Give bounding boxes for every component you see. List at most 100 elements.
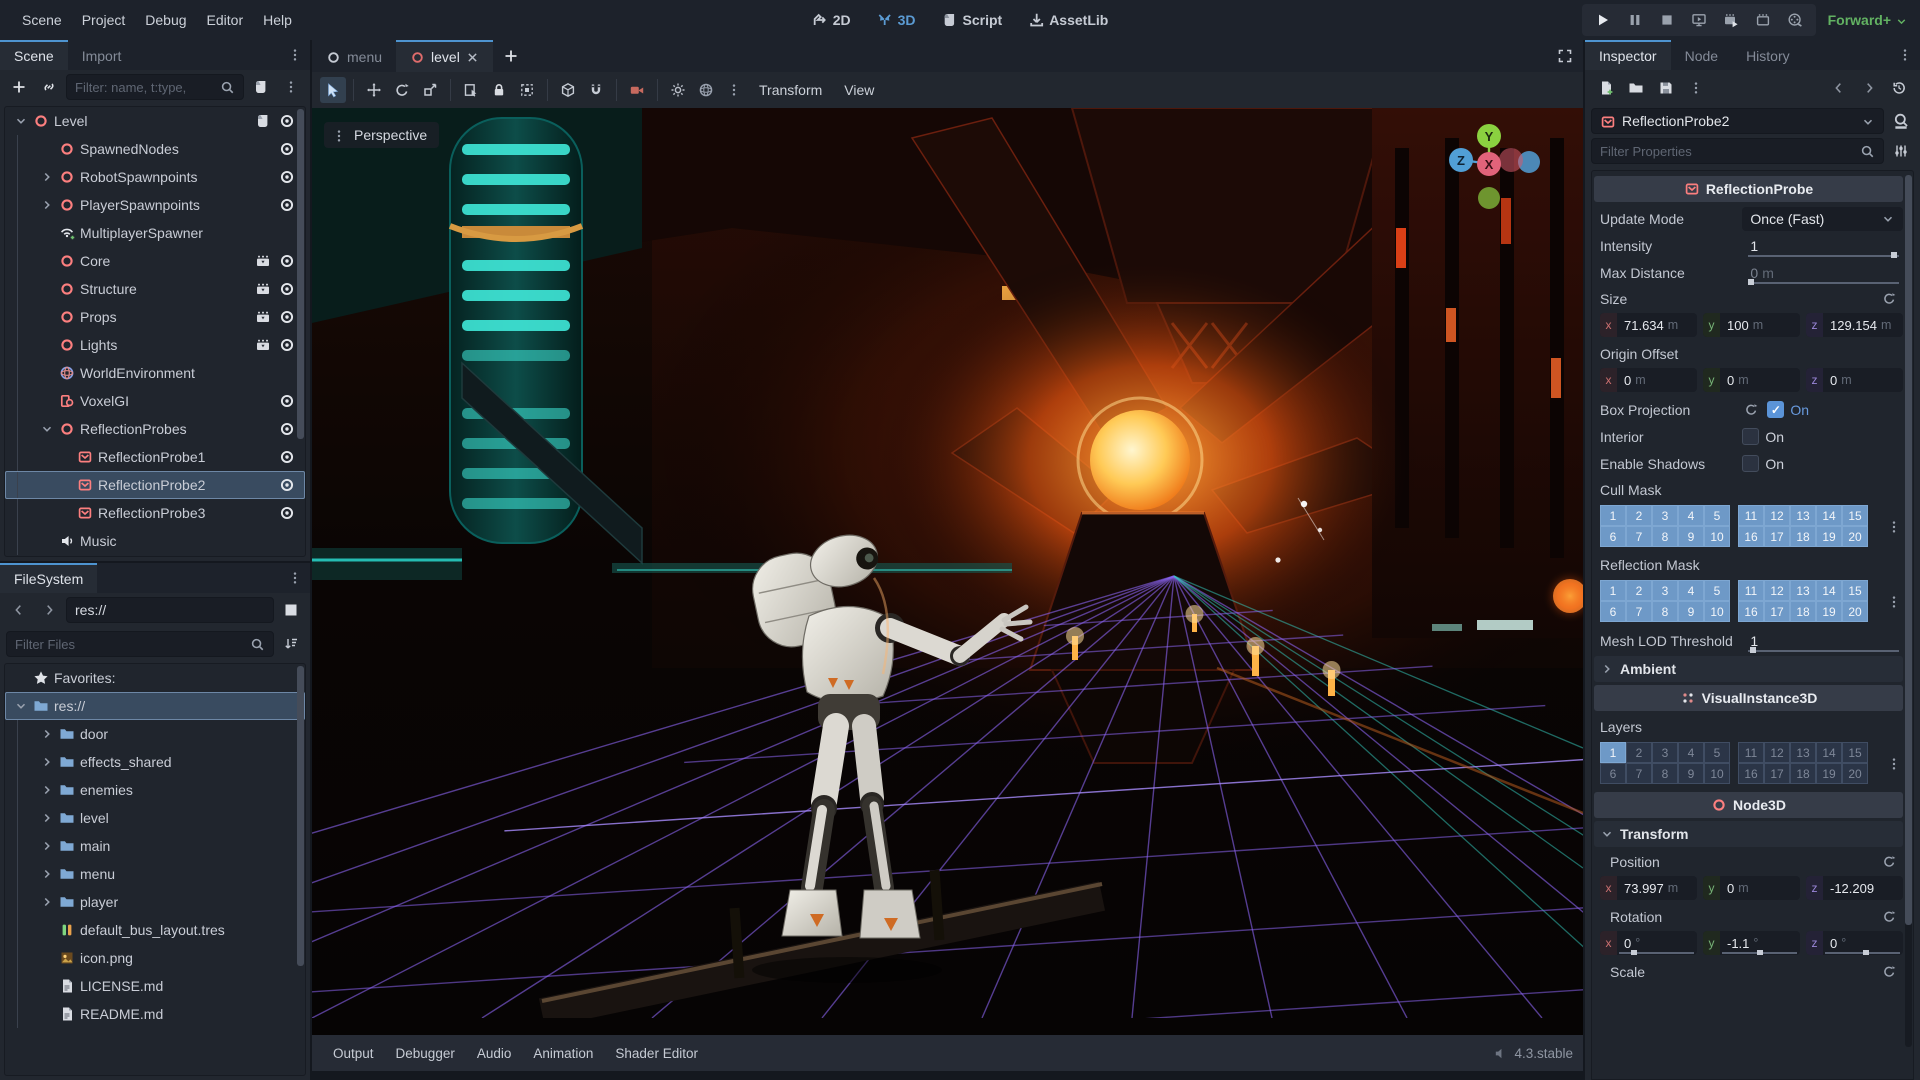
globe2-tool-button[interactable]	[693, 77, 719, 103]
distraction-free-button[interactable]	[1547, 40, 1583, 72]
visibility-toggle-icon[interactable]	[279, 141, 295, 157]
slider-knob[interactable]	[1631, 950, 1637, 955]
mask-bit-19[interactable]: 19	[1816, 526, 1842, 547]
visibility-toggle-icon[interactable]	[279, 197, 295, 213]
fs-tree-item-menu[interactable]: menu	[5, 860, 305, 888]
inspector-scrollbar[interactable]	[1905, 175, 1912, 1047]
scrollbar[interactable]	[297, 666, 304, 966]
fs-filter-field[interactable]	[6, 631, 274, 657]
mask-bit-20[interactable]: 20	[1842, 601, 1868, 622]
load-resource-button[interactable]	[1623, 75, 1649, 101]
editor-tab-assetlib[interactable]: AssetLib	[1018, 8, 1118, 32]
scene-tree-item-reflectionprobe2[interactable]: ReflectionProbe2	[5, 471, 305, 499]
mask-bit-13[interactable]: 13	[1790, 505, 1816, 526]
lock-tool-button[interactable]	[486, 77, 512, 103]
scene-dock-menu-button[interactable]	[280, 40, 310, 70]
mask-bit-3[interactable]: 3	[1652, 505, 1678, 526]
rotate-tool-button[interactable]	[389, 77, 415, 103]
listsel-tool-button[interactable]	[458, 77, 484, 103]
visibility-toggle-icon[interactable]	[279, 421, 295, 437]
bottom-panel-debugger[interactable]: Debugger	[385, 1041, 466, 1066]
visibility-toggle-icon[interactable]	[279, 253, 295, 269]
play-button[interactable]	[1588, 6, 1618, 34]
slider-knob[interactable]	[1756, 950, 1763, 955]
vector-field-y[interactable]: y -1.1 °	[1703, 931, 1800, 955]
mask-bit-14[interactable]: 14	[1816, 742, 1842, 763]
scale-tool-button[interactable]	[417, 77, 443, 103]
number-field[interactable]: 1	[1742, 629, 1903, 653]
new-resource-button[interactable]	[1593, 75, 1619, 101]
stop-button[interactable]	[1652, 6, 1682, 34]
vector-field-y[interactable]: y0m	[1703, 876, 1800, 900]
scene-tree-item-lights[interactable]: Lights	[5, 331, 305, 359]
mask-bit-20[interactable]: 20	[1842, 526, 1868, 547]
editable-scene-icon[interactable]	[255, 309, 271, 325]
revert-icon[interactable]	[1744, 402, 1759, 417]
menu-debug[interactable]: Debug	[135, 8, 196, 32]
scene-tree-item-robotspawnpoints[interactable]: RobotSpawnpoints	[5, 163, 305, 191]
checkbox-box-projection[interactable]: ✓	[1767, 401, 1785, 418]
category-node3d[interactable]: Node3D	[1594, 792, 1903, 818]
expand-icon[interactable]	[40, 727, 54, 741]
scene-tree-item-playerspawnpoints[interactable]: PlayerSpawnpoints	[5, 191, 305, 219]
axis-gizmo[interactable]: Y Z X	[1445, 116, 1555, 229]
scene-tree-item-voxelgi[interactable]: VoxelGI	[5, 387, 305, 415]
vector-field-x[interactable]: x 0 °	[1600, 931, 1697, 955]
mask-bit-4[interactable]: 4	[1678, 580, 1704, 601]
mask-bit-5[interactable]: 5	[1704, 742, 1730, 763]
mask-bit-11[interactable]: 11	[1738, 580, 1764, 601]
play-custom-scene-button[interactable]	[1748, 6, 1778, 34]
bottom-panel-audio[interactable]: Audio	[466, 1041, 523, 1066]
scene-filter-input[interactable]	[75, 79, 220, 95]
mask-bit-14[interactable]: 14	[1816, 580, 1842, 601]
editor-tab-2d[interactable]: 2D	[802, 8, 861, 32]
bottom-panel-output[interactable]: Output	[322, 1041, 385, 1066]
expand-icon[interactable]	[40, 895, 54, 909]
mask-bit-12[interactable]: 12	[1764, 742, 1790, 763]
visibility-toggle-icon[interactable]	[279, 449, 295, 465]
mask-bit-13[interactable]: 13	[1790, 742, 1816, 763]
vector-field-x[interactable]: x0m	[1600, 368, 1697, 392]
fs-tree-item-enemies[interactable]: enemies	[5, 776, 305, 804]
expand-icon[interactable]	[40, 839, 54, 853]
fs-back-button[interactable]	[6, 597, 32, 623]
slider-knob[interactable]	[1749, 646, 1756, 653]
mask-bit-7[interactable]: 7	[1626, 526, 1652, 547]
tab-history[interactable]: History	[1732, 40, 1804, 70]
mask-bit-9[interactable]: 9	[1678, 526, 1704, 547]
revert-icon[interactable]	[1882, 909, 1897, 924]
transform-menu[interactable]: Transform	[749, 78, 832, 102]
renderer-selector[interactable]: Forward+	[1828, 12, 1908, 28]
vector-field-z[interactable]: z 129.154 m	[1806, 313, 1903, 337]
perspective-menu[interactable]: Perspective	[324, 122, 440, 149]
slider-track[interactable]	[1825, 950, 1900, 955]
mask-bit-8[interactable]: 8	[1652, 763, 1678, 784]
revert-icon[interactable]	[1882, 964, 1897, 979]
expand-icon[interactable]	[40, 198, 54, 212]
mask-bit-3[interactable]: 3	[1652, 580, 1678, 601]
mask-bit-16[interactable]: 16	[1738, 763, 1764, 784]
mask-bit-8[interactable]: 8	[1652, 526, 1678, 547]
category-visualinstance3d[interactable]: VisualInstance3D	[1594, 685, 1903, 711]
mask-bit-12[interactable]: 12	[1764, 580, 1790, 601]
mask-bit-3[interactable]: 3	[1652, 742, 1678, 763]
fs-forward-button[interactable]	[36, 597, 62, 623]
number-field[interactable]: 1	[1742, 234, 1903, 258]
category-reflectionprobe[interactable]: ReflectionProbe	[1594, 176, 1903, 202]
mask-bit-6[interactable]: 6	[1600, 526, 1626, 547]
editable-scene-icon[interactable]	[255, 281, 271, 297]
mask-bit-2[interactable]: 2	[1626, 742, 1652, 763]
version-label[interactable]: 4.3.stable	[1514, 1046, 1573, 1061]
tab-node[interactable]: Node	[1671, 40, 1732, 70]
inspector-tools-button[interactable]	[1888, 138, 1914, 164]
vector-field-x[interactable]: x 73.997 m	[1600, 876, 1697, 900]
mask-bit-11[interactable]: 11	[1738, 505, 1764, 526]
inspector-filter-input[interactable]	[1600, 143, 1860, 159]
checkbox-interior[interactable]	[1742, 428, 1760, 445]
scene-tree-item-spawnednodes[interactable]: SpawnedNodes	[5, 135, 305, 163]
history-back-button[interactable]	[1826, 75, 1852, 101]
scene-tree-item-structure[interactable]: Structure	[5, 275, 305, 303]
filesystem-options-button[interactable]	[280, 563, 310, 593]
mask-bit-7[interactable]: 7	[1626, 763, 1652, 784]
history-forward-button[interactable]	[1856, 75, 1882, 101]
